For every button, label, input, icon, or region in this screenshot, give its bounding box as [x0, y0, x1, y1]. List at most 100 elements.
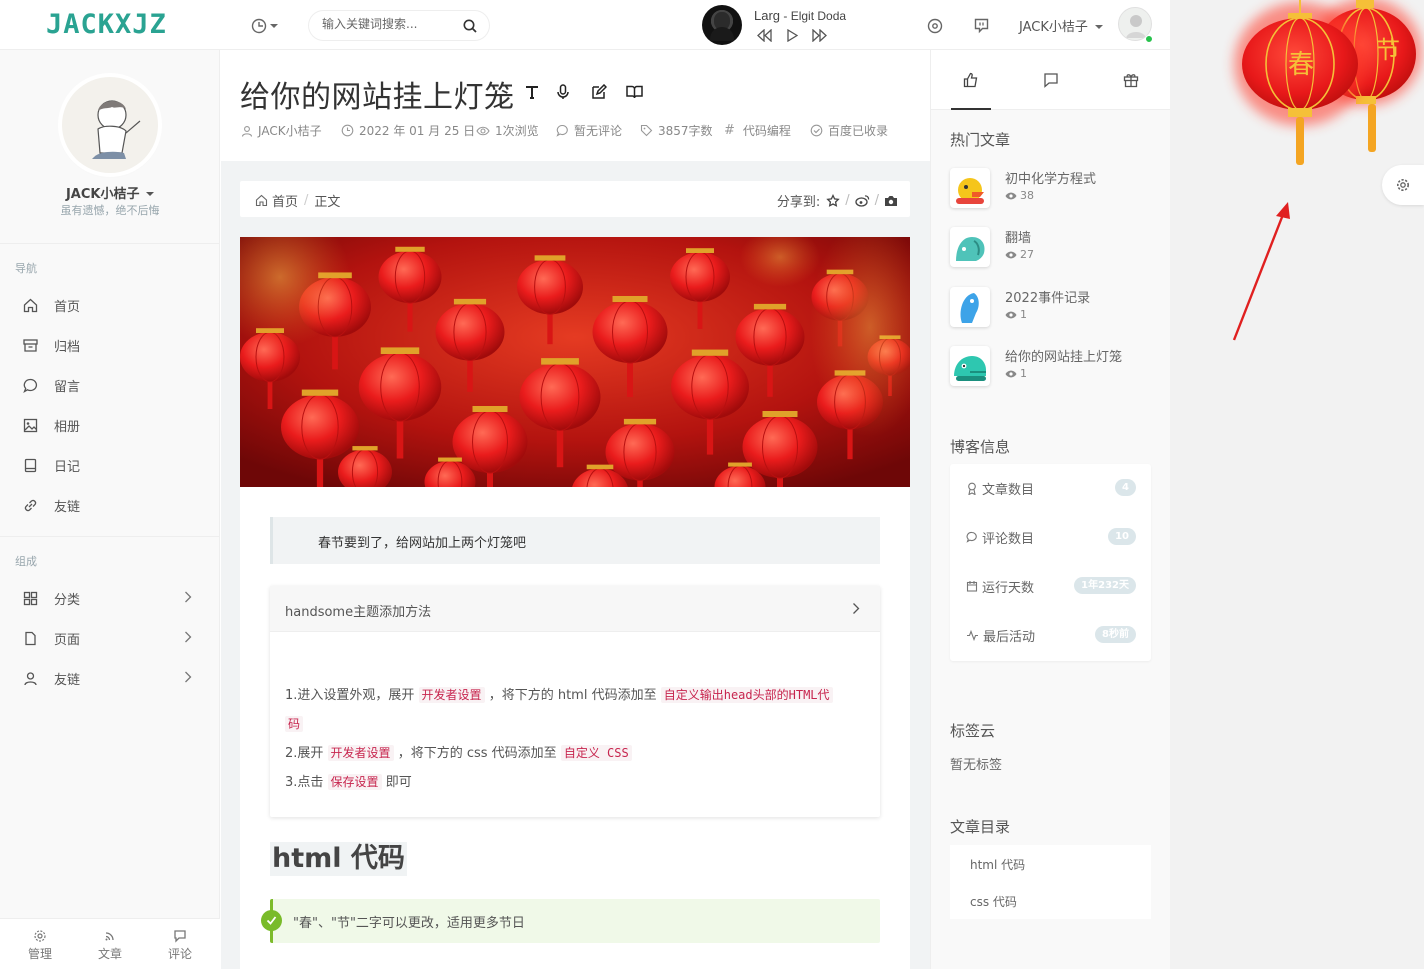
collapse-panel: handsome主题添加方法 1.进入设置外观，展开 开发者设置 ，将下方的 h…	[270, 586, 880, 817]
read-aloud-button[interactable]	[556, 84, 570, 104]
weibo-icon[interactable]	[854, 194, 870, 207]
search-input[interactable]	[322, 17, 462, 31]
tab-hot[interactable]	[931, 50, 1011, 110]
comment-icon	[966, 531, 977, 543]
meta-author[interactable]: JACK小桔子	[241, 122, 322, 139]
book-icon	[626, 85, 643, 99]
page-title: 给你的网站挂上灯笼	[240, 80, 515, 115]
caret-down-icon	[269, 24, 278, 28]
profile-name[interactable]: JACK小桔子	[0, 183, 220, 202]
qq-icon[interactable]	[826, 193, 840, 208]
hot-post-item[interactable]: 初中化学方程式 38	[950, 168, 1160, 218]
post-cover-image	[240, 237, 910, 487]
comment-icon	[174, 930, 186, 943]
user-menu[interactable]: JACK小桔子	[1019, 16, 1104, 35]
chat-icon[interactable]	[974, 18, 989, 34]
tag-cloud-title: 标签云	[950, 722, 996, 740]
section-heading-html: html 代码	[270, 842, 407, 876]
award-icon	[968, 482, 976, 495]
gear-icon	[34, 930, 46, 942]
nav-heading: 导航	[15, 262, 37, 275]
play-icon[interactable]	[786, 29, 798, 42]
image-icon	[22, 417, 38, 433]
settings-toggle-button[interactable]	[1382, 165, 1424, 205]
group-heading: 组成	[15, 555, 37, 568]
blog-info-title: 博客信息	[950, 438, 1011, 456]
activity-icon	[967, 629, 978, 641]
next-icon[interactable]	[812, 29, 828, 42]
sidebar-item-home[interactable]: 首页	[0, 285, 220, 325]
gift-icon	[1123, 74, 1139, 88]
search-box	[309, 11, 489, 40]
hot-post-item[interactable]: 翻墙 27	[950, 227, 1160, 277]
hot-post-item[interactable]: 2022事件记录 1	[950, 287, 1160, 337]
share-separator: /	[874, 193, 879, 208]
breadcrumb-separator: /	[304, 193, 309, 208]
caret-down-icon	[1095, 25, 1104, 29]
edit-icon	[592, 83, 608, 99]
toc-item[interactable]: html 代码	[970, 856, 1025, 873]
meta-indexed: 百度已收录	[810, 122, 888, 139]
collapse-toggle[interactable]: handsome主题添加方法	[270, 586, 880, 632]
blog-info-card: 文章数目 4 评论数目 10 运行天数 1年232天 最后活动 8秒前	[950, 464, 1151, 661]
check-icon	[261, 910, 282, 931]
reading-mode-button[interactable]	[626, 84, 643, 104]
target-icon[interactable]	[927, 18, 943, 34]
sidebar-item-album[interactable]: 相册	[0, 405, 220, 445]
divider	[0, 536, 220, 537]
toc-item[interactable]: css 代码	[970, 893, 1017, 910]
meta-views: 1次浏览	[476, 122, 539, 139]
footer-comments-button[interactable]: 评论	[150, 929, 210, 962]
notebook-icon	[22, 457, 38, 473]
meta-category[interactable]: # 代码编程	[724, 122, 791, 139]
eye-icon	[476, 126, 490, 135]
meta-comments[interactable]: 暂无评论	[556, 122, 622, 139]
music-title: Larg - Elgit Doda	[754, 8, 847, 23]
clock-icon	[341, 124, 354, 137]
sidebar-item-guestbook[interactable]: 留言	[0, 365, 220, 405]
home-icon	[255, 194, 268, 207]
app-window: JACKXJZ Larg - Elgit Doda JACK小桔子	[0, 0, 1170, 969]
tag-cloud-empty: 暂无标签	[950, 758, 1003, 773]
meta-date: 2022 年 01 月 25 日	[341, 122, 475, 139]
previous-icon[interactable]	[756, 29, 772, 42]
clock-icon	[251, 18, 266, 34]
music-cover[interactable]	[702, 5, 742, 45]
lantern-photo	[240, 237, 910, 487]
toc-title: 文章目录	[950, 818, 1011, 836]
sidebar-item-archive[interactable]: 归档	[0, 325, 220, 365]
camera-icon[interactable]	[884, 195, 898, 207]
edit-button[interactable]	[591, 83, 608, 104]
eye-icon	[1005, 251, 1017, 258]
lantern-1: 春	[1234, 0, 1366, 165]
info-last-active: 最后活动 8秒前	[966, 625, 1136, 645]
toc-list: html 代码 css 代码	[950, 845, 1151, 919]
home-icon	[22, 297, 38, 313]
text-icon	[526, 86, 538, 99]
theme-switch-button[interactable]	[249, 16, 279, 36]
eye-icon	[1005, 192, 1017, 199]
font-size-button[interactable]	[524, 84, 540, 104]
footer-posts-button[interactable]: 文章	[80, 929, 140, 962]
site-logo[interactable]: JACKXJZ	[46, 9, 167, 40]
annotation-arrow	[1232, 202, 1290, 341]
breadcrumb: 首页 / 正文 分享到: / /	[240, 181, 910, 217]
file-icon	[22, 630, 38, 646]
eye-icon	[1005, 370, 1017, 377]
chevron-right-icon	[185, 671, 192, 683]
sidebar-item-diary[interactable]: 日记	[0, 445, 220, 485]
sidebar-item-pages[interactable]: 页面	[0, 618, 220, 658]
sidebar-item-category[interactable]: 分类	[0, 578, 220, 618]
profile-avatar[interactable]	[62, 77, 158, 173]
sidebar-item-links[interactable]: 友链	[0, 485, 220, 525]
chevron-right-icon	[185, 591, 192, 603]
tab-random[interactable]	[1091, 50, 1170, 110]
sidebar-item-friends[interactable]: 友链	[0, 658, 220, 698]
tag-icon	[640, 124, 653, 137]
tab-comments[interactable]	[1011, 50, 1091, 110]
hot-post-item[interactable]: 给你的网站挂上灯笼 1	[950, 346, 1160, 396]
info-posts: 文章数目 4	[966, 478, 1136, 498]
breadcrumb-home-link[interactable]: 首页	[272, 191, 298, 210]
search-icon[interactable]	[463, 19, 477, 33]
footer-manage-button[interactable]: 管理	[10, 929, 70, 962]
